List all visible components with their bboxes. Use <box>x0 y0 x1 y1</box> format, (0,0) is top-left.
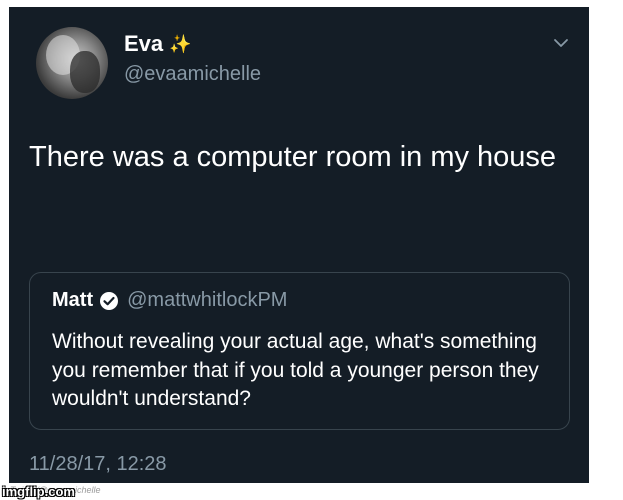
tweet-card: Eva ✨ @evaamichelle There was a computer… <box>9 7 589 483</box>
avatar[interactable] <box>36 27 108 99</box>
quoted-author-handle: @mattwhitlockPM <box>127 289 288 311</box>
chevron-down-icon[interactable] <box>551 33 571 53</box>
quoted-tweet[interactable]: Matt @mattwhitlockPM Without revealing y… <box>29 272 570 430</box>
tweet-timestamp[interactable]: 11/28/17, 12:28 <box>29 453 167 476</box>
verified-icon <box>100 291 119 310</box>
quoted-author-name: Matt <box>52 289 94 311</box>
sparkle-icon: ✨ <box>169 34 192 54</box>
author-name[interactable]: Eva <box>124 31 163 57</box>
author-handle[interactable]: @evaamichelle <box>124 63 261 86</box>
watermark: imgflip.com <box>2 484 75 499</box>
author-name-row[interactable]: Eva ✨ <box>124 31 192 57</box>
quoted-header: Matt @mattwhitlockPM <box>52 289 287 312</box>
tweet-text: There was a computer room in my house <box>29 141 557 173</box>
quoted-text: Without revealing your actual age, what'… <box>52 330 539 411</box>
